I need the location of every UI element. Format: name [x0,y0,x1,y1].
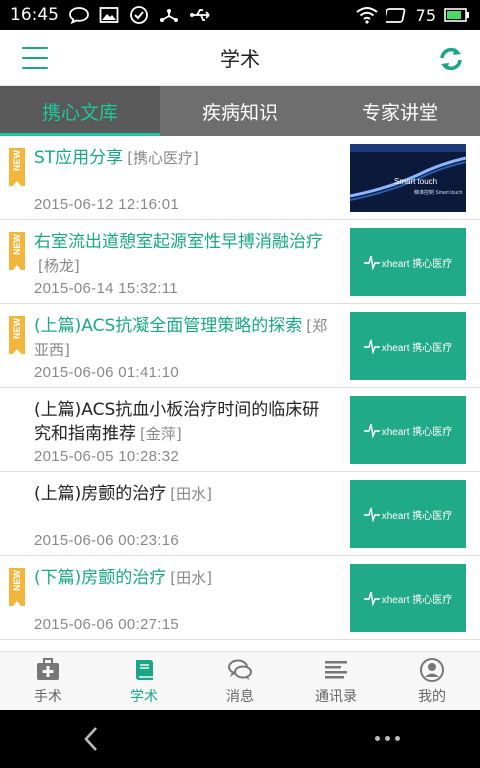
article-author: [杨龙] [38,257,80,275]
heartbeat-icon [363,255,380,271]
article-thumbnail: Smart touch 精准控制 Smart touch [350,144,466,212]
heartbeat-icon [363,591,380,607]
system-nav-bar [0,710,480,768]
article-title: (下篇)房颤的治疗 [34,568,167,588]
article-item[interactable]: NEW 右室流出道憩室起源室性早搏消融治疗 [杨龙] 2015-06-14 15:… [0,220,480,304]
status-time: 16:45 [10,5,59,25]
article-title-block: (下篇)房颤的治疗 [田水] [34,566,334,590]
new-badge: NEW [9,316,25,355]
check-circle-icon [130,6,148,24]
category-tabs: 携心文库 疾病知识 专家讲堂 [0,86,480,136]
app-screen: 学术 携心文库 疾病知识 专家讲堂 NEW ST应用分享 [携心医疗] 2015-… [0,30,480,710]
nav-label: 通讯录 [315,688,357,705]
xheart-logo: xheart 携心医疗 [363,505,452,523]
xheart-logo: xheart 携心医疗 [363,589,452,607]
new-badge: NEW [9,148,25,187]
nav-label: 我的 [418,688,446,705]
article-title-block: (上篇)ACS抗血小板治疗时间的临床研究和指南推荐 [金萍] [34,398,334,446]
back-icon[interactable] [80,726,104,752]
xheart-logo: xheart 携心医疗 [363,337,452,355]
article-title: (上篇)房颤的治疗 [34,484,167,504]
article-title: (上篇)ACS抗凝全面管理策略的探索 [34,316,303,336]
article-title: ST应用分享 [34,148,124,168]
xheart-logo: xheart 携心医疗 [363,253,452,271]
article-date: 2015-06-06 01:41:10 [34,364,179,381]
tab-expert-lecture[interactable]: 专家讲堂 [320,86,480,136]
bottom-nav: 手术 学术 消息 通讯录 我的 [0,651,480,710]
heartbeat-icon [363,507,380,523]
new-badge: NEW [9,568,25,607]
nav-contacts[interactable]: 通讯录 [288,652,384,710]
article-author: [田水] [170,485,212,503]
article-date: 2015-06-06 00:23:16 [34,532,179,549]
article-title-block: (上篇)房颤的治疗 [田水] [34,482,334,506]
heartbeat-icon [363,423,380,439]
page-title: 学术 [220,47,260,71]
article-title-block: ST应用分享 [携心医疗] [34,146,334,170]
article-item[interactable]: NEW (上篇)ACS抗凝全面管理策略的探索 [郑亚西] 2015-06-06 0… [0,304,480,388]
chat-notification-icon [69,7,89,24]
article-thumbnail: xheart 携心医疗 [350,228,466,296]
heartbeat-icon [363,339,380,355]
svg-text:Smart touch: Smart touch [394,177,437,186]
contacts-icon [325,660,347,678]
article-date: 2015-06-14 15:32:11 [34,280,178,297]
nav-surgery[interactable]: 手术 [0,652,96,710]
chat-icon [228,659,252,680]
image-notification-icon [99,7,119,23]
profile-icon [420,657,444,682]
article-title-block: (上篇)ACS抗凝全面管理策略的探索 [郑亚西] [34,314,334,362]
article-title: 右室流出道憩室起源室性早搏消融治疗 [34,232,323,252]
article-date: 2015-06-12 12:16:01 [34,196,179,213]
refresh-icon[interactable] [438,46,464,72]
article-author: [携心医疗] [127,149,199,167]
article-item[interactable]: (上篇)ACS抗血小板治疗时间的临床研究和指南推荐 [金萍] 2015-06-05… [0,388,480,472]
tab-wenku[interactable]: 携心文库 [0,86,160,136]
menu-icon[interactable] [22,47,48,69]
status-bar: 16:45 75 [0,0,480,30]
battery-level: 75 [415,5,436,25]
article-author: [金萍] [140,425,182,443]
signal-icon [385,8,406,23]
wifi-icon [356,7,378,24]
medkit-icon [37,657,59,680]
catheter-image: Smart touch 精准控制 Smart touch [350,144,466,212]
article-author: [田水] [170,569,212,587]
article-thumbnail: xheart 携心医疗 [350,312,466,380]
svg-text:精准控制 Smart touch: 精准控制 Smart touch [414,189,463,196]
top-bar: 学术 [0,30,480,86]
article-title-block: 右室流出道憩室起源室性早搏消融治疗 [杨龙] [34,230,334,278]
tab-disease-knowledge[interactable]: 疾病知识 [160,86,320,136]
share-node-icon [160,9,178,22]
article-item[interactable]: NEW ST应用分享 [携心医疗] 2015-06-12 12:16:01 Sma… [0,136,480,220]
article-date: 2015-06-06 00:27:15 [34,616,179,633]
article-thumbnail: xheart 携心医疗 [350,480,466,548]
nav-label: 手术 [34,688,62,705]
more-icon[interactable] [375,736,400,741]
new-badge: NEW [9,232,25,271]
usb-icon [190,9,210,21]
xheart-logo: xheart 携心医疗 [363,421,452,439]
nav-academic[interactable]: 学术 [96,652,192,710]
article-list: NEW ST应用分享 [携心医疗] 2015-06-12 12:16:01 Sma… [0,136,480,651]
article-date: 2015-06-05 10:28:32 [34,448,179,465]
battery-icon [444,8,469,22]
nav-profile[interactable]: 我的 [384,652,480,710]
nav-label: 消息 [226,688,254,705]
article-thumbnail: xheart 携心医疗 [350,396,466,464]
book-icon [136,659,153,680]
article-thumbnail: xheart 携心医疗 [350,564,466,632]
nav-messages[interactable]: 消息 [192,652,288,710]
nav-label: 学术 [130,688,158,705]
article-item[interactable]: (上篇)房颤的治疗 [田水] 2015-06-06 00:23:16 xheart… [0,472,480,556]
article-item[interactable]: NEW (下篇)房颤的治疗 [田水] 2015-06-06 00:27:15 xh… [0,556,480,640]
